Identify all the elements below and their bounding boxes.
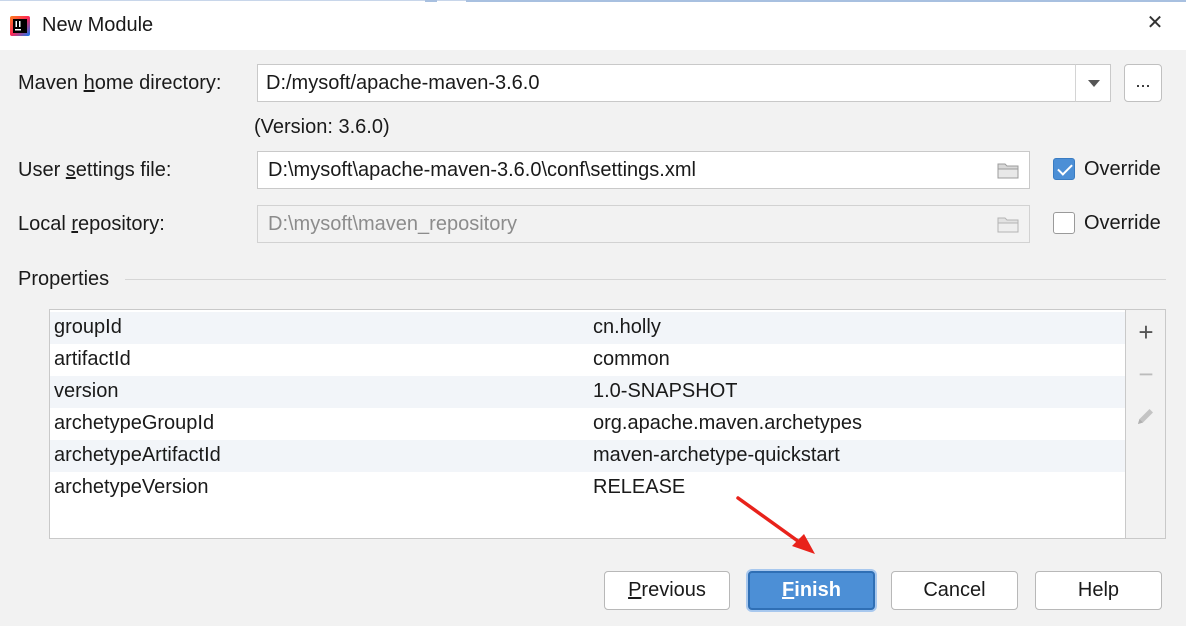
local-repo-override-label[interactable]: Override [1084, 212, 1161, 235]
property-key: archetypeVersion [54, 476, 209, 498]
user-settings-value: D:\mysoft\apache-maven-3.6.0\conf\settin… [268, 159, 696, 181]
property-value[interactable]: cn.holly [593, 316, 661, 339]
property-value[interactable]: 1.0-SNAPSHOT [593, 380, 737, 403]
finish-button[interactable]: Finish [748, 571, 875, 610]
remove-icon[interactable]: − [1126, 358, 1166, 390]
dropdown-arrow-icon[interactable] [1075, 64, 1111, 102]
property-key: archetypeGroupId [54, 412, 215, 434]
maven-version-text: (Version: 3.6.0) [254, 116, 390, 138]
property-value[interactable]: maven-archetype-quickstart [593, 444, 840, 467]
red-arrow-annotation [736, 496, 815, 554]
close-icon[interactable]: ✕ [1143, 11, 1167, 35]
table-row[interactable]: version 1.0-SNAPSHOT [50, 376, 1125, 408]
property-key: artifactId [54, 348, 131, 370]
property-key: groupId [54, 316, 122, 338]
user-settings-field[interactable]: D:\mysoft\apache-maven-3.6.0\conf\settin… [257, 151, 1030, 189]
help-button[interactable]: Help [1035, 571, 1162, 610]
table-row[interactable]: artifactId common [50, 344, 1125, 376]
dialog-title: New Module [42, 14, 154, 36]
property-value[interactable]: RELEASE [593, 476, 685, 499]
table-row[interactable]: archetypeArtifactId maven-archetype-quick… [50, 440, 1125, 472]
user-settings-label: User settings file: [18, 159, 172, 181]
user-settings-override-checkbox[interactable] [1053, 158, 1075, 180]
browse-button[interactable]: ... [1124, 64, 1162, 102]
properties-toolbar: + − [1126, 309, 1166, 539]
properties-table[interactable]: groupId cn.holly artifactId common version… [49, 309, 1126, 539]
section-divider [125, 279, 1166, 280]
previous-button[interactable]: Previous [604, 571, 730, 610]
maven-home-label: Maven home directory: [18, 72, 222, 94]
local-repo-field: D:\mysoft\maven_repository [257, 205, 1030, 243]
local-repo-override-checkbox[interactable] [1053, 212, 1075, 234]
background-window-edge [466, 0, 1186, 2]
table-row[interactable]: groupId cn.holly [50, 312, 1125, 344]
edit-pencil-icon[interactable] [1126, 400, 1166, 432]
maven-home-value: D:/mysoft/apache-maven-3.6.0 [266, 72, 540, 94]
property-key: archetypeArtifactId [54, 444, 221, 466]
maven-home-combo[interactable]: D:/mysoft/apache-maven-3.6.0 [257, 64, 1076, 102]
user-settings-override-label[interactable]: Override [1084, 158, 1161, 181]
table-row[interactable]: archetypeGroupId org.apache.maven.archety… [50, 408, 1125, 440]
background-window-edge [425, 0, 437, 2]
folder-icon [997, 217, 1019, 233]
intellij-app-icon [10, 16, 30, 36]
property-value[interactable]: org.apache.maven.archetypes [593, 412, 862, 435]
cancel-button[interactable]: Cancel [891, 571, 1018, 610]
folder-icon[interactable] [997, 161, 1019, 179]
local-repo-label: Local repository: [18, 213, 165, 235]
local-repo-value: D:\mysoft\maven_repository [268, 213, 517, 235]
table-row[interactable]: archetypeVersion RELEASE [50, 472, 1125, 504]
property-value[interactable]: common [593, 348, 670, 371]
property-key: version [54, 380, 119, 402]
dialog-titlebar: New Module ✕ [0, 0, 1186, 50]
add-icon[interactable]: + [1126, 316, 1166, 348]
properties-section-title: Properties [18, 268, 110, 290]
